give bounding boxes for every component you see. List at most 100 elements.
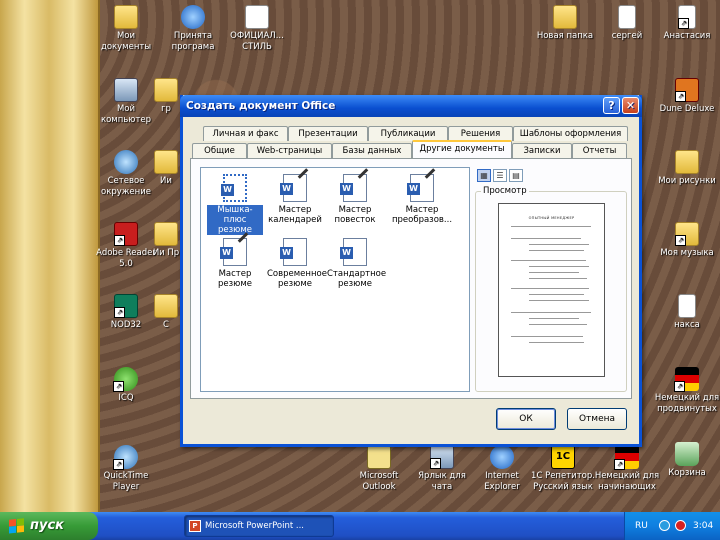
- desktop-icon-internet-explorer[interactable]: Internet Explorer: [467, 445, 537, 493]
- tray-network-icon[interactable]: [659, 520, 670, 531]
- desktop-icon-quicktime[interactable]: QuickTime Player: [91, 445, 161, 493]
- desktop-icon-partial-2[interactable]: Ии: [148, 150, 184, 187]
- details-view-icon[interactable]: ▤: [509, 169, 523, 182]
- desktop-icon-outlook[interactable]: Microsoft Outlook: [344, 445, 414, 493]
- word-wizard-icon: [407, 174, 434, 202]
- template-item[interactable]: Мышка-плюс резюме: [207, 174, 263, 235]
- clock: 3:04: [693, 521, 714, 531]
- start-button[interactable]: пуск: [0, 512, 98, 540]
- folder-icon: [154, 78, 178, 102]
- large-icons-view-icon[interactable]: ▦: [477, 169, 491, 182]
- ie-icon: [181, 5, 205, 29]
- tray-antivirus-icon[interactable]: [675, 520, 686, 531]
- close-button[interactable]: ✕: [622, 97, 639, 114]
- desktop-icon-my-music[interactable]: Моя музыка: [652, 222, 720, 259]
- desktop-icon-1c-tutor[interactable]: 1С 1С Репетитор. Русский язык: [528, 445, 598, 493]
- dialog-titlebar[interactable]: Создать документ Office ? ✕: [180, 95, 642, 117]
- quicktime-icon: [113, 445, 138, 470]
- pictures-icon: [675, 150, 699, 174]
- desktop-icon-partial-3[interactable]: Ии Пр: [148, 222, 184, 259]
- cancel-button[interactable]: Отмена: [567, 408, 627, 430]
- system-tray: RU 3:04: [624, 512, 720, 540]
- tab-personal-fax[interactable]: Личная и факс: [203, 126, 288, 141]
- help-button[interactable]: ?: [603, 97, 620, 114]
- desktop-icon-icq[interactable]: ICQ: [91, 367, 161, 404]
- windows-logo-icon: [9, 518, 24, 534]
- tab-presentations[interactable]: Презентации: [288, 126, 368, 141]
- desktop-icon-naksa[interactable]: накса: [652, 294, 720, 331]
- start-label: пуск: [30, 518, 64, 533]
- taskbar-item-label: Microsoft PowerPoint ...: [205, 521, 304, 531]
- ie-icon: [490, 445, 514, 469]
- desktop-icon-my-pictures[interactable]: Мои рисунки: [652, 150, 720, 187]
- 1c-icon: 1С: [551, 445, 575, 469]
- tab-web-pages[interactable]: Web-страницы: [247, 143, 332, 158]
- template-list[interactable]: Мышка-плюс резюме Мастер календарей Маст…: [200, 167, 470, 392]
- tab-publications[interactable]: Публикации: [368, 126, 448, 141]
- view-buttons: ▦ ☰ ▤: [477, 169, 525, 182]
- taskbar: пуск P Microsoft PowerPoint ... RU 3:04: [0, 512, 720, 540]
- desktop-icon-my-documents[interactable]: Мои документы: [91, 5, 161, 53]
- desktop-icon-official-style[interactable]: ОФИЦИАЛ... СТИЛЬ: [222, 5, 292, 53]
- folder-icon: [553, 5, 577, 29]
- word-document-icon: [340, 238, 367, 266]
- game-icon: [675, 78, 699, 102]
- computer-icon: [114, 78, 138, 102]
- music-icon: [675, 222, 699, 246]
- recycle-bin-icon: [675, 442, 699, 466]
- desktop-icon-german-beginners[interactable]: Немецкий для начинающих: [592, 445, 662, 493]
- tab-solutions[interactable]: Решения: [448, 126, 513, 141]
- desktop-icon-dune[interactable]: Dune Deluxe: [652, 78, 720, 115]
- decorative-left-strip: [0, 0, 100, 512]
- word-wizard-icon: [220, 238, 247, 266]
- desktop-icon-anastasia[interactable]: Анастасия: [652, 5, 720, 42]
- new-office-document-dialog: Создать документ Office ? ✕ Личная и фак…: [180, 95, 642, 447]
- preview-group: Просмотр ОПЫТНЫЙ МЕНЕДЖЕР: [475, 186, 627, 392]
- desktop-icon-partial-4[interactable]: С: [148, 294, 184, 331]
- tab-general[interactable]: Общие: [192, 143, 247, 158]
- template-item[interactable]: Мастер резюме: [207, 238, 263, 289]
- document-icon: [678, 5, 696, 29]
- german-flag-icon: [674, 367, 699, 392]
- desktop-icon-german-advanced[interactable]: Немецкий для продвинутых: [652, 367, 720, 415]
- language-indicator[interactable]: RU: [635, 512, 648, 540]
- list-view-icon[interactable]: ☰: [493, 169, 507, 182]
- word-document-icon: [280, 238, 307, 266]
- folder-icon: [154, 222, 178, 246]
- outlook-icon: [367, 445, 391, 469]
- tab-other-documents[interactable]: Другие документы: [412, 140, 512, 158]
- network-icon: [114, 150, 138, 174]
- tab-databases[interactable]: Базы данных: [332, 143, 412, 158]
- template-item[interactable]: Современное резюме: [267, 238, 327, 289]
- pdf-icon: [114, 222, 138, 246]
- folder-icon: [154, 150, 178, 174]
- template-item[interactable]: Мастер календарей: [267, 174, 323, 225]
- word-wizard-icon: [280, 174, 307, 202]
- document-icon: [618, 5, 636, 29]
- taskbar-item-powerpoint[interactable]: P Microsoft PowerPoint ...: [184, 515, 334, 537]
- template-item[interactable]: Стандартное резюме: [327, 238, 386, 289]
- folder-icon: [114, 5, 138, 29]
- template-item[interactable]: Мастер повесток: [327, 174, 383, 225]
- desktop-icon-new-folder[interactable]: Новая папка: [530, 5, 600, 42]
- tab-reports[interactable]: Отчеты: [572, 143, 627, 158]
- desktop-icon-app[interactable]: Принята програма: [158, 5, 228, 53]
- word-document-icon: [221, 174, 247, 202]
- nod32-icon: [114, 294, 138, 318]
- tab-notes[interactable]: Записки: [512, 143, 572, 158]
- preview-label: Просмотр: [481, 186, 529, 196]
- tab-design-templates[interactable]: Шаблоны оформления: [513, 126, 628, 141]
- german-flag-icon: [614, 445, 639, 470]
- folder-icon: [154, 294, 178, 318]
- chat-icon: [430, 445, 454, 469]
- preview-thumbnail: ОПЫТНЫЙ МЕНЕДЖЕР: [498, 203, 605, 377]
- template-item[interactable]: Мастер преобразов...: [387, 174, 457, 225]
- ok-button[interactable]: ОК: [496, 408, 556, 430]
- desktop-icon-recycle-bin[interactable]: Корзина: [652, 442, 720, 479]
- desktop-icon-partial-1[interactable]: гр: [148, 78, 184, 115]
- powerpoint-icon: P: [189, 520, 201, 532]
- ppt-icon: [245, 5, 269, 29]
- dialog-title: Создать документ Office: [186, 100, 336, 112]
- word-wizard-icon: [340, 174, 367, 202]
- tab-panel: Мышка-плюс резюме Мастер календарей Маст…: [190, 158, 632, 399]
